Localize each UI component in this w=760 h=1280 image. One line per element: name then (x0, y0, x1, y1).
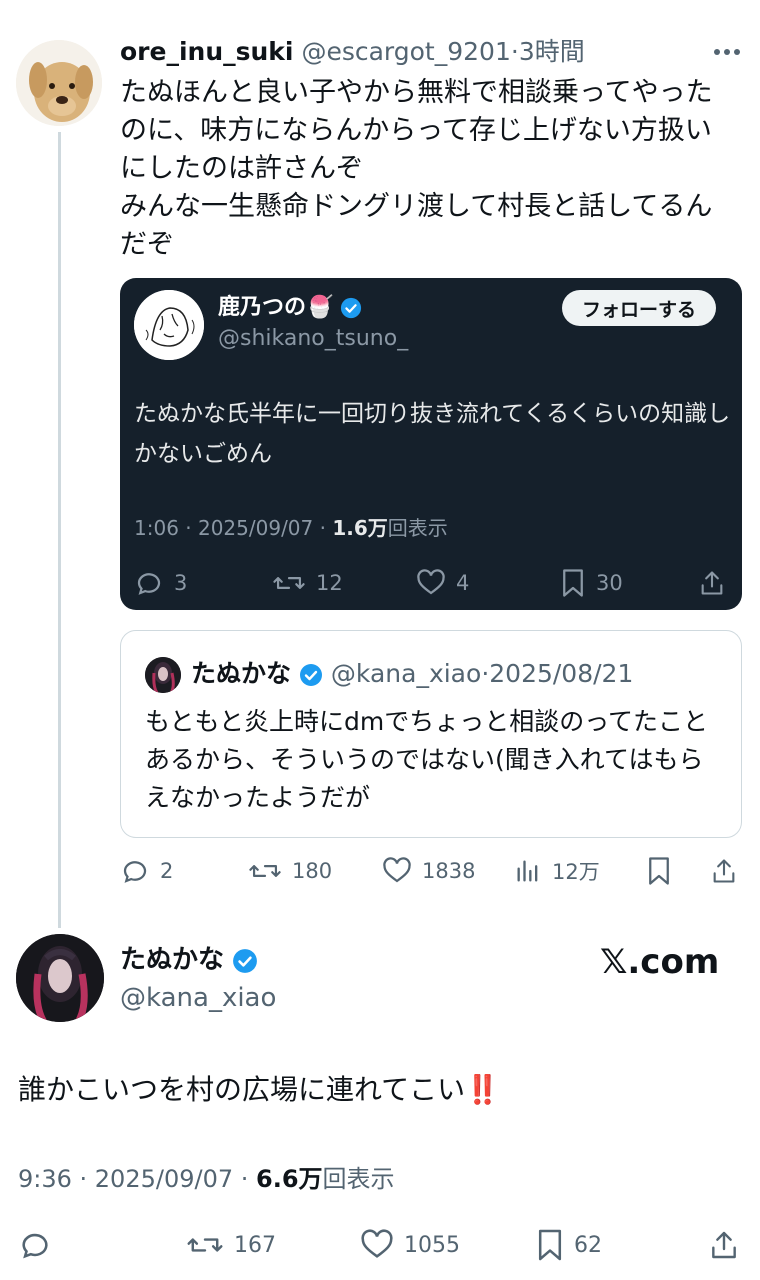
main-repost-count: 167 (234, 1232, 276, 1258)
main-bookmark-count: 62 (574, 1232, 602, 1258)
embedded-reply-button[interactable]: 3 (134, 568, 187, 598)
share-icon (713, 859, 735, 883)
reply-icon (137, 573, 161, 595)
repost-icon (273, 577, 305, 589)
heart-icon (417, 569, 445, 595)
reply-header: ore_inu_suki @escargot_9201·3時間 (120, 34, 740, 70)
reply-icon (123, 861, 147, 883)
embedded-bookmark-button[interactable]: 30 (560, 568, 623, 598)
main-handle[interactable]: @kana_xiao (120, 980, 276, 1016)
analytics-icon (517, 860, 538, 882)
main-view-count: 6.6万 (256, 1165, 323, 1193)
main-repost-button[interactable]: 167 (186, 1228, 276, 1262)
embedded-name-row: 鹿乃つの🍧 (218, 292, 362, 324)
repost-icon (249, 865, 281, 877)
main-timestamp[interactable]: 9:36 · 2025/09/07 · (18, 1165, 256, 1193)
avatar-quoted-author[interactable] (145, 657, 181, 693)
follow-button[interactable]: フォローする (561, 290, 716, 326)
bookmark-icon (538, 1229, 562, 1261)
avatar-reply-author[interactable] (16, 40, 102, 126)
heart-icon (361, 1229, 393, 1258)
share-icon (712, 1231, 736, 1259)
quoted-text: もともと炎上時にdmでちょっと相談のってたことあるから、そういうのではない(聞き… (145, 707, 708, 812)
reply-count: 2 (160, 859, 174, 883)
repost-icon (187, 1238, 223, 1252)
share-icon (701, 571, 723, 595)
repost-count: 180 (292, 859, 333, 883)
embedded-view-label: 回表示 (387, 516, 448, 540)
embedded-bookmark-count: 30 (596, 571, 623, 595)
embedded-text: たぬかな氏半年に一回切り抜き流れてくるくらいの知識しかないごめん (134, 401, 731, 467)
dog-avatar-image (16, 40, 102, 126)
quoted-post-card[interactable]: たぬかな @kana_xiao·2025/08/21 もともと炎上時にdmでちょ… (120, 630, 742, 838)
reply-display-name[interactable]: ore_inu_suki (120, 37, 294, 66)
portrait-avatar-image (16, 934, 104, 1022)
like-count: 1838 (422, 859, 476, 883)
portrait-avatar-image (145, 657, 181, 693)
reply-text: たぬほんと良い子やから無料で相談乗ってやったのに、味方にならんからって存じ上げな… (120, 77, 713, 260)
like-button[interactable]: 1838 (382, 856, 475, 886)
bookmark-icon (563, 569, 583, 597)
main-share-button[interactable] (708, 1228, 740, 1262)
shaved-ice-emoji: 🍧 (306, 295, 334, 320)
main-like-count: 1055 (404, 1232, 460, 1258)
embedded-timestamp[interactable]: 1:06 · 2025/09/07 · (134, 516, 332, 540)
repost-button[interactable]: 180 (248, 856, 332, 886)
verified-badge-icon (299, 664, 322, 686)
separator-dot: · (510, 37, 519, 66)
heart-icon (383, 857, 411, 883)
quoted-header: たぬかな @kana_xiao·2025/08/21 (191, 657, 633, 691)
embedded-meta: 1:06 · 2025/09/07 · 1.6万回表示 (134, 514, 448, 542)
more-options-icon[interactable] (712, 42, 742, 62)
embedded-share-button[interactable] (698, 568, 726, 598)
reply-icon (22, 1233, 48, 1259)
sketch-avatar-image (134, 290, 204, 360)
avatar-embedded-author[interactable] (134, 290, 204, 360)
embedded-reply-count: 3 (174, 571, 188, 595)
main-reply-button[interactable] (18, 1228, 62, 1262)
main-bookmark-button[interactable]: 62 (536, 1228, 602, 1262)
x-com-watermark: 𝕏.com (600, 942, 720, 982)
embedded-repost-count: 12 (316, 571, 343, 595)
views-button[interactable]: 12万 (514, 856, 600, 886)
double-exclamation-emoji: ‼️ (465, 1073, 501, 1106)
reply-handle[interactable]: @escargot_9201 (301, 37, 510, 66)
main-name-row: たぬかな (120, 942, 258, 978)
main-like-button[interactable]: 1055 (360, 1228, 460, 1262)
main-display-name[interactable]: たぬかな (120, 945, 224, 975)
quoted-display-name[interactable]: たぬかな (191, 659, 291, 688)
thread-line (58, 132, 61, 928)
embedded-like-button[interactable]: 4 (416, 568, 469, 598)
embedded-post-card[interactable]: 鹿乃つの🍧 @shikano_tsuno_ フォローする たぬかな氏半年に一回切… (120, 278, 742, 610)
embedded-repost-button[interactable]: 12 (272, 568, 343, 598)
embedded-like-count: 4 (456, 571, 470, 595)
main-meta: 9:36 · 2025/09/07 · 6.6万回表示 (18, 1162, 395, 1196)
embedded-handle[interactable]: @shikano_tsuno_ (218, 324, 408, 354)
main-view-label: 回表示 (322, 1165, 395, 1193)
reply-button[interactable]: 2 (120, 856, 173, 886)
bookmark-button[interactable] (646, 856, 672, 886)
verified-badge-icon (233, 948, 258, 973)
quoted-date[interactable]: 2025/08/21 (489, 659, 633, 688)
main-text-body: 誰かこいつを村の広場に連れてこい (18, 1073, 466, 1106)
embedded-display-name[interactable]: 鹿乃つの (218, 295, 306, 320)
reply-time[interactable]: 3時間 (519, 37, 585, 66)
bookmark-icon (649, 857, 669, 885)
view-count: 12万 (552, 860, 600, 884)
share-button[interactable] (710, 856, 738, 886)
embedded-view-count: 1.6万 (332, 516, 388, 540)
avatar-main-author[interactable] (16, 934, 104, 1022)
quoted-handle[interactable]: @kana_xiao (331, 659, 481, 688)
verified-badge-icon (341, 297, 362, 319)
main-text: 誰かこいつを村の広場に連れてこい‼️ (18, 1070, 738, 1110)
